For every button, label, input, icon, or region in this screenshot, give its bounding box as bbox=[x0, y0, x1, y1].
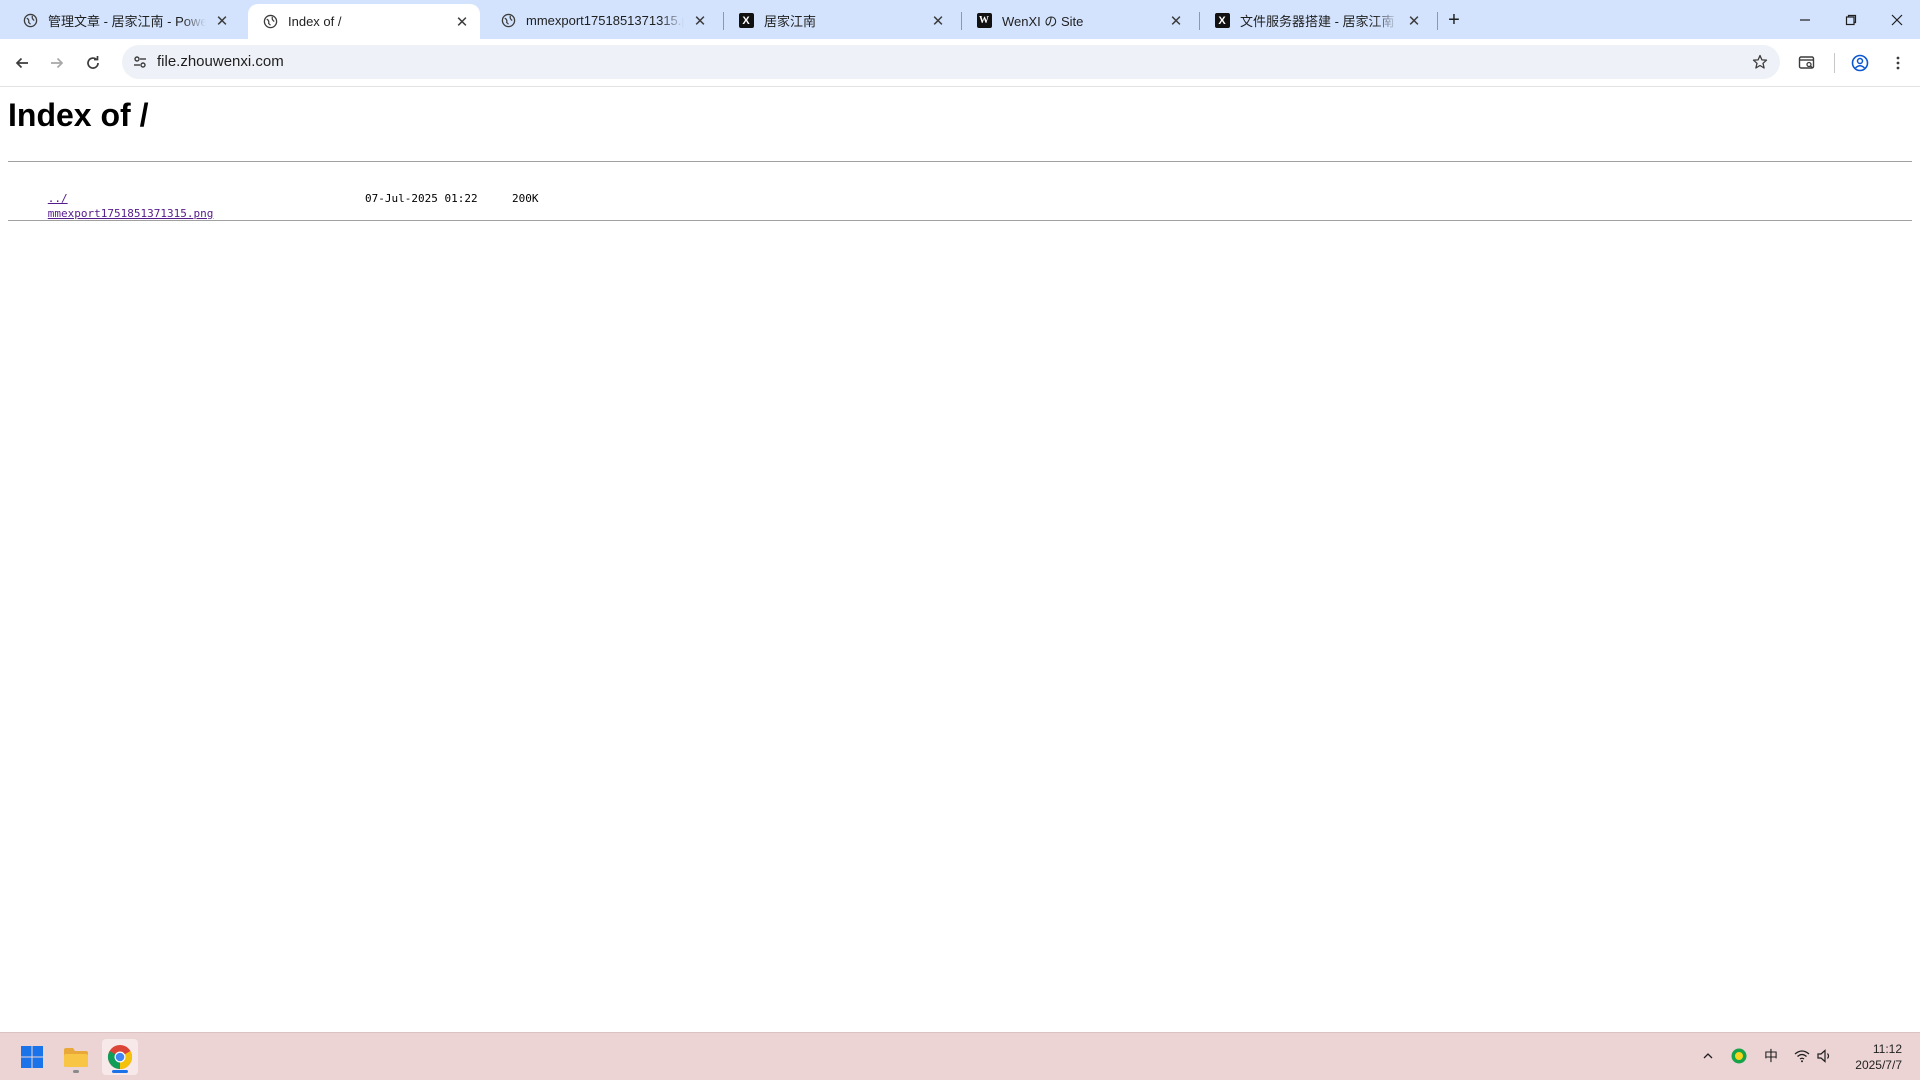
x-logo-icon: X bbox=[1214, 13, 1230, 29]
globe-icon bbox=[262, 14, 278, 30]
restore-icon bbox=[1845, 14, 1857, 25]
speaker-icon[interactable] bbox=[1816, 1047, 1834, 1065]
tab-separator bbox=[1437, 12, 1438, 30]
directory-listing: ../ mmexport1751851371315.png 07-Jul-202… bbox=[8, 176, 539, 220]
top-divider bbox=[8, 161, 1912, 162]
chrome-icon[interactable] bbox=[102, 1039, 138, 1075]
w-logo-icon: W bbox=[976, 13, 992, 29]
tab-wenxi-site[interactable]: W WenXI の Site ✕ bbox=[962, 4, 1194, 37]
bookmark-star-icon[interactable] bbox=[1748, 50, 1772, 74]
x-logo-icon: X bbox=[738, 13, 754, 29]
tab-file-server-setup[interactable]: X 文件服务器搭建 - 居家江南 ✕ bbox=[1200, 4, 1432, 37]
chevron-up-icon[interactable] bbox=[1699, 1047, 1717, 1065]
listing-row: mmexport1751851371315.png 07-Jul-2025 01… bbox=[8, 191, 539, 220]
tab-title: mmexport1751851371315.pn bbox=[526, 13, 684, 28]
listing-row: ../ bbox=[8, 176, 213, 205]
ime-indicator[interactable]: 中 bbox=[1762, 1047, 1780, 1065]
tab-title: 管理文章 - 居家江南 - Powere bbox=[48, 14, 206, 29]
close-tab-icon[interactable]: ✕ bbox=[928, 11, 948, 31]
close-tab-icon[interactable]: ✕ bbox=[212, 11, 232, 31]
arrow-left-icon bbox=[15, 57, 28, 69]
tab-title: 居家江南 bbox=[764, 14, 817, 29]
minimize-button[interactable] bbox=[1782, 0, 1828, 39]
app-indicator bbox=[112, 1070, 128, 1073]
file-size: 200K bbox=[512, 192, 539, 205]
clock-time: 11:12 bbox=[1872, 1042, 1902, 1056]
page-title: Index of / bbox=[8, 97, 149, 133]
kebab-menu-icon bbox=[1896, 56, 1900, 70]
app-indicator bbox=[73, 1070, 79, 1073]
tab-title: Index of / bbox=[288, 14, 342, 29]
address-bar[interactable]: file.zhouwenxi.com bbox=[122, 45, 1780, 79]
toolbar-separator bbox=[1834, 53, 1835, 73]
menu-button[interactable] bbox=[1882, 47, 1914, 79]
close-tab-icon[interactable]: ✕ bbox=[452, 12, 472, 32]
url-text[interactable]: file.zhouwenxi.com bbox=[157, 53, 284, 70]
file-link[interactable]: mmexport1751851371315.png bbox=[48, 207, 214, 220]
tab-index-of[interactable]: Index of / ✕ bbox=[248, 4, 480, 39]
clock-date: 2025/7/7 bbox=[1855, 1058, 1902, 1072]
taskbar: 中 11:12 2025/7/7 bbox=[0, 1032, 1920, 1080]
file-explorer-icon[interactable] bbox=[58, 1039, 94, 1075]
bottom-divider bbox=[8, 220, 1912, 221]
tab-title: WenXI の Site bbox=[1002, 14, 1084, 29]
file-date: 07-Jul-2025 01:22 bbox=[365, 192, 478, 205]
close-tab-icon[interactable]: ✕ bbox=[1404, 11, 1424, 31]
back-button[interactable] bbox=[6, 47, 38, 79]
profile-icon bbox=[1851, 54, 1869, 72]
close-icon bbox=[1891, 14, 1903, 25]
reload-button[interactable] bbox=[77, 47, 109, 79]
close-tab-icon[interactable]: ✕ bbox=[690, 11, 710, 31]
close-window-button[interactable] bbox=[1874, 0, 1920, 39]
tab-strip: 管理文章 - 居家江南 - Powere ✕ Index of / ✕ mmex… bbox=[0, 0, 1920, 39]
security-app-icon[interactable] bbox=[1730, 1047, 1748, 1065]
globe-icon bbox=[22, 13, 38, 29]
new-tab-button[interactable]: + bbox=[1442, 8, 1466, 32]
tab-mmexport[interactable]: mmexport1751851371315.pn ✕ bbox=[486, 4, 718, 37]
globe-icon bbox=[500, 13, 516, 29]
close-tab-icon[interactable]: ✕ bbox=[1166, 11, 1186, 31]
reload-icon bbox=[87, 56, 99, 69]
forward-button[interactable] bbox=[41, 47, 73, 79]
page-content: Index of / ../ mmexport1751851371315.png… bbox=[0, 87, 1920, 1032]
restore-button[interactable] bbox=[1828, 0, 1874, 39]
arrow-right-icon bbox=[51, 57, 64, 69]
minimize-icon bbox=[1800, 18, 1810, 21]
browser-toolbar: file.zhouwenxi.com bbox=[0, 39, 1920, 87]
tab-jujia-jiangnan[interactable]: X 居家江南 ✕ bbox=[724, 4, 956, 37]
site-settings-icon[interactable] bbox=[130, 52, 150, 72]
tab-title: 文件服务器搭建 - 居家江南 bbox=[1240, 14, 1395, 29]
wifi-icon[interactable] bbox=[1793, 1047, 1811, 1065]
tab-search-icon bbox=[1798, 56, 1815, 69]
profile-button[interactable] bbox=[1844, 47, 1876, 79]
system-clock[interactable]: 11:12 2025/7/7 bbox=[1855, 1041, 1902, 1073]
tab-search-button[interactable] bbox=[1791, 47, 1823, 79]
tab-manage-articles[interactable]: 管理文章 - 居家江南 - Powere ✕ bbox=[8, 4, 240, 37]
start-icon[interactable] bbox=[14, 1039, 50, 1075]
